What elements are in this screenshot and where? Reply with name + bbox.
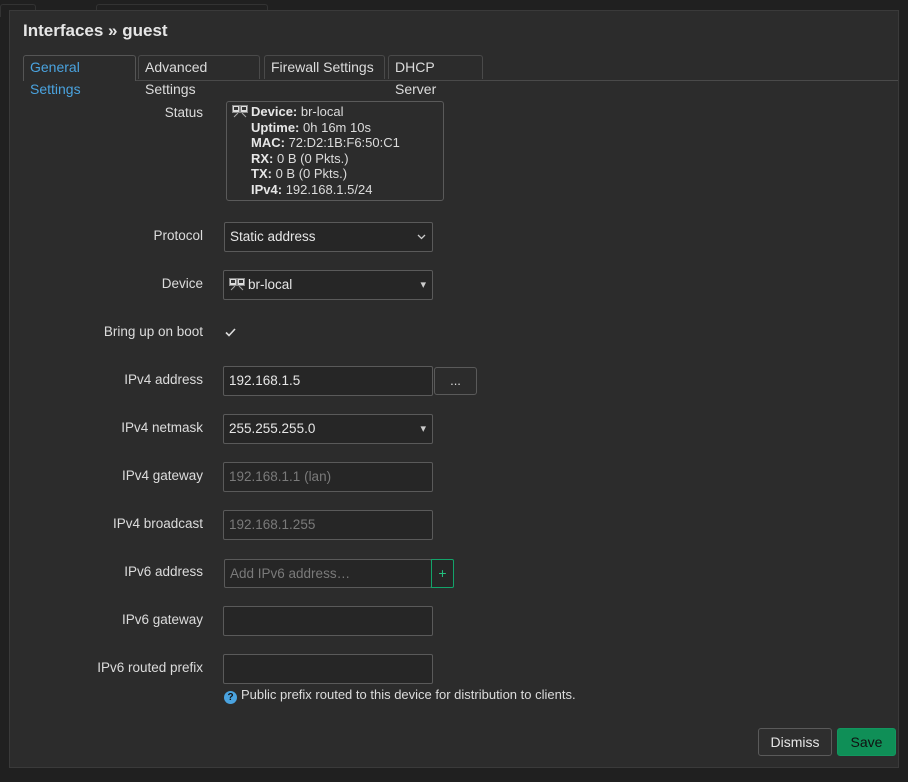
uptime-value: 0h 16m 10s: [303, 119, 371, 135]
status-box: Device: br-local Uptime: 0h 16m 10s MAC:…: [226, 101, 444, 201]
device-value: br-local: [300, 104, 344, 119]
tx-value: 0 B (0 Pkts.): [275, 166, 348, 181]
tx-key: TX:: [251, 166, 272, 181]
mac-key: MAC:: [251, 135, 285, 150]
ipv6-address-label: IPv6 address: [124, 564, 203, 579]
ipv4-broadcast-input[interactable]: 192.168.1.255: [223, 510, 433, 540]
ipv4-value: 192.168.1.5/24: [285, 181, 373, 197]
device-key: Device:: [251, 104, 298, 119]
protocol-value: Static address: [230, 229, 316, 244]
device-select[interactable]: br-local ▾: [223, 270, 433, 300]
ipv4-netmask-select[interactable]: 255.255.255.0 ▾: [223, 414, 433, 444]
ipv4-key: IPv4:: [251, 181, 283, 197]
uptime-key: Uptime:: [251, 119, 300, 135]
add-ipv6-button[interactable]: +: [431, 559, 454, 588]
ipv6-prefix-hint: ? Public prefix routed to this device for…: [224, 687, 576, 704]
protocol-label: Protocol: [153, 228, 203, 243]
interface-dialog: Interfaces » guest General Settings Adva…: [9, 10, 899, 768]
ipv4-gateway-input[interactable]: 192.168.1.1 (lan): [223, 462, 433, 492]
ipv6-prefix-input[interactable]: [223, 654, 433, 684]
tab-general-settings[interactable]: General Settings: [23, 55, 136, 97]
status-label: Status: [164, 105, 203, 120]
rx-value: 0 B (0 Pkts.): [277, 150, 349, 166]
ipv4-netmask-label: IPv4 netmask: [121, 420, 203, 435]
ipv4-address-value: 192.168.1.5: [229, 373, 301, 388]
tab-firewall-settings[interactable]: Firewall Settings: [264, 55, 385, 79]
ipv6-gateway-label: IPv6 gateway: [121, 612, 203, 627]
tab-advanced-settings[interactable]: Advanced Settings: [138, 55, 260, 97]
dismiss-button[interactable]: Dismiss: [758, 728, 832, 756]
dialog-title: Interfaces » guest: [23, 21, 168, 40]
device-select-value: br-local: [248, 277, 293, 292]
chevron-down-icon: [417, 223, 426, 262]
save-button[interactable]: Save: [837, 728, 896, 756]
boot-checkbox[interactable]: [224, 326, 237, 339]
ipv4-netmask-value: 255.255.255.0: [229, 421, 316, 436]
caret-down-icon: ▾: [420, 423, 426, 435]
ipv6-address-placeholder: Add IPv6 address…: [230, 566, 351, 581]
ipv6-prefix-label: IPv6 routed prefix: [97, 660, 203, 675]
ipv4-address-input[interactable]: 192.168.1.5: [223, 366, 433, 396]
device-label: Device: [161, 276, 203, 291]
ethernet-port-icon: [229, 278, 245, 291]
ipv4-more-button[interactable]: ...: [434, 367, 477, 395]
ipv4-address-label: IPv4 address: [124, 372, 203, 387]
ipv4-gateway-placeholder: 192.168.1.1 (lan): [229, 469, 332, 484]
help-icon: ?: [224, 691, 237, 704]
caret-down-icon: ▾: [420, 279, 426, 291]
ipv6-prefix-hint-text: Public prefix routed to this device for …: [241, 687, 576, 702]
boot-label: Bring up on boot: [103, 324, 203, 339]
tab-bar: General Settings Advanced Settings Firew…: [23, 55, 898, 97]
rx-key: RX:: [251, 150, 274, 166]
ipv4-gateway-label: IPv4 gateway: [121, 468, 203, 483]
ipv6-gateway-input[interactable]: [223, 606, 433, 636]
tab-dhcp-server[interactable]: DHCP Server: [388, 55, 483, 97]
ipv4-broadcast-label: IPv4 broadcast: [112, 516, 203, 531]
protocol-select[interactable]: Static address: [224, 222, 433, 252]
ipv6-address-input[interactable]: Add IPv6 address…: [224, 559, 432, 588]
ethernet-port-icon: [232, 105, 248, 122]
mac-value: 72:D2:1B:F6:50:C1: [288, 135, 400, 150]
ipv4-broadcast-placeholder: 192.168.1.255: [229, 517, 316, 532]
